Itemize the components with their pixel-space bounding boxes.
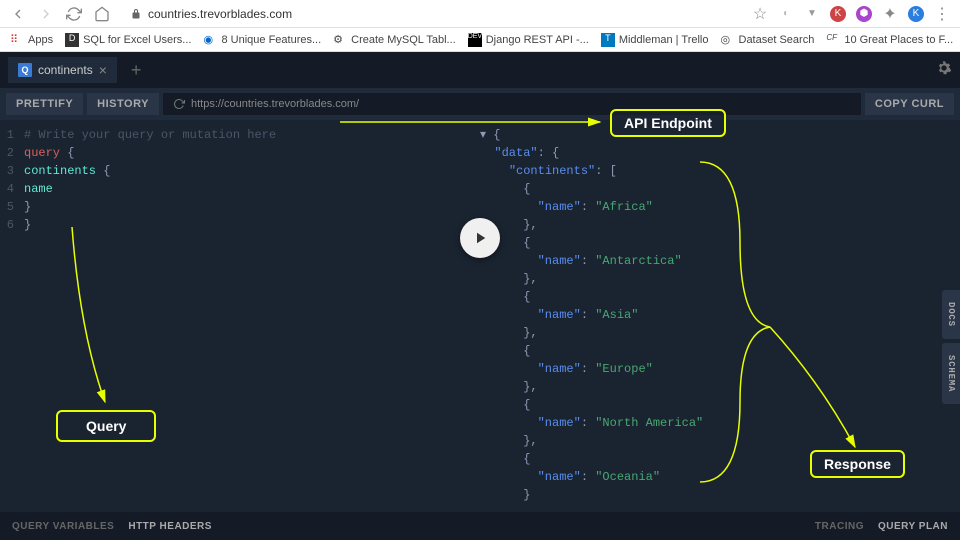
bookmark-item[interactable]: CF10 Great Places to F... (826, 33, 953, 47)
run-button[interactable] (460, 218, 500, 258)
menu-icon[interactable]: ⋮ (934, 6, 950, 22)
back-icon[interactable] (10, 6, 26, 22)
prettify-button[interactable]: PRETTIFY (6, 93, 83, 115)
browser-actions: ☆ ◐ ▼ K ⬢ ✦ K ⋮ (752, 6, 950, 22)
history-button[interactable]: HISTORY (87, 93, 159, 115)
query-editor[interactable]: 1# Write your query or mutation here2que… (0, 120, 470, 512)
schema-tab[interactable]: SCHEMA (942, 343, 960, 404)
reload-icon[interactable] (66, 6, 82, 22)
annotation-response: Response (810, 450, 905, 478)
tab-label: continents (38, 63, 93, 77)
annotation-query: Query (56, 410, 156, 442)
profile-icon[interactable]: K (908, 6, 924, 22)
query-plan-tab[interactable]: QUERY PLAN (878, 521, 948, 532)
browser-nav-bar: countries.trevorblades.com ☆ ◐ ▼ K ⬢ ✦ K… (0, 0, 960, 28)
query-variables-tab[interactable]: QUERY VARIABLES (12, 521, 114, 532)
endpoint-url: https://countries.trevorblades.com/ (191, 98, 359, 110)
tab-continents[interactable]: Q continents × (8, 57, 117, 83)
http-headers-tab[interactable]: HTTP HEADERS (128, 521, 212, 532)
bottom-bar: QUERY VARIABLES HTTP HEADERS TRACING QUE… (0, 512, 960, 540)
lock-icon (130, 8, 142, 20)
tracing-tab[interactable]: TRACING (815, 521, 864, 532)
tabs-row: Q continents × + (0, 52, 960, 88)
reload-icon (173, 98, 185, 110)
star-icon[interactable]: ☆ (752, 6, 768, 22)
ext-icon-3[interactable]: K (830, 6, 846, 22)
query-badge-icon: Q (18, 63, 32, 77)
bookmark-item[interactable]: TMiddleman | Trello (601, 33, 709, 47)
close-icon[interactable]: × (99, 62, 107, 78)
bookmark-item[interactable]: DEVDjango REST API -... (468, 33, 589, 47)
bookmarks-bar: ⠿Apps DSQL for Excel Users... ◉8 Unique … (0, 28, 960, 52)
toolbar: PRETTIFY HISTORY https://countries.trevo… (0, 88, 960, 120)
bookmark-item[interactable]: DSQL for Excel Users... (65, 33, 191, 47)
ext-icon-4[interactable]: ⬢ (856, 6, 872, 22)
url-text: countries.trevorblades.com (148, 7, 292, 21)
add-tab-button[interactable]: + (123, 60, 150, 81)
bookmark-item[interactable]: ◉8 Unique Features... (203, 33, 321, 47)
ext-icon-2[interactable]: ▼ (804, 6, 820, 22)
annotation-endpoint: API Endpoint (610, 109, 726, 137)
bookmark-item[interactable]: ◎Dataset Search (721, 33, 815, 47)
home-icon[interactable] (94, 6, 110, 22)
bookmark-apps[interactable]: ⠿Apps (10, 33, 53, 47)
endpoint-input[interactable]: https://countries.trevorblades.com/ (163, 93, 861, 115)
address-bar[interactable]: countries.trevorblades.com (122, 7, 740, 21)
forward-icon[interactable] (38, 6, 54, 22)
copy-curl-button[interactable]: COPY CURL (865, 93, 954, 115)
bookmark-item[interactable]: ⚙Create MySQL Tabl... (333, 33, 456, 47)
gear-icon[interactable] (936, 60, 952, 81)
side-tabs: DOCS SCHEMA (942, 290, 960, 408)
docs-tab[interactable]: DOCS (942, 290, 960, 339)
extensions-icon[interactable]: ✦ (882, 6, 898, 22)
ext-icon-1[interactable]: ◐ (778, 6, 794, 22)
